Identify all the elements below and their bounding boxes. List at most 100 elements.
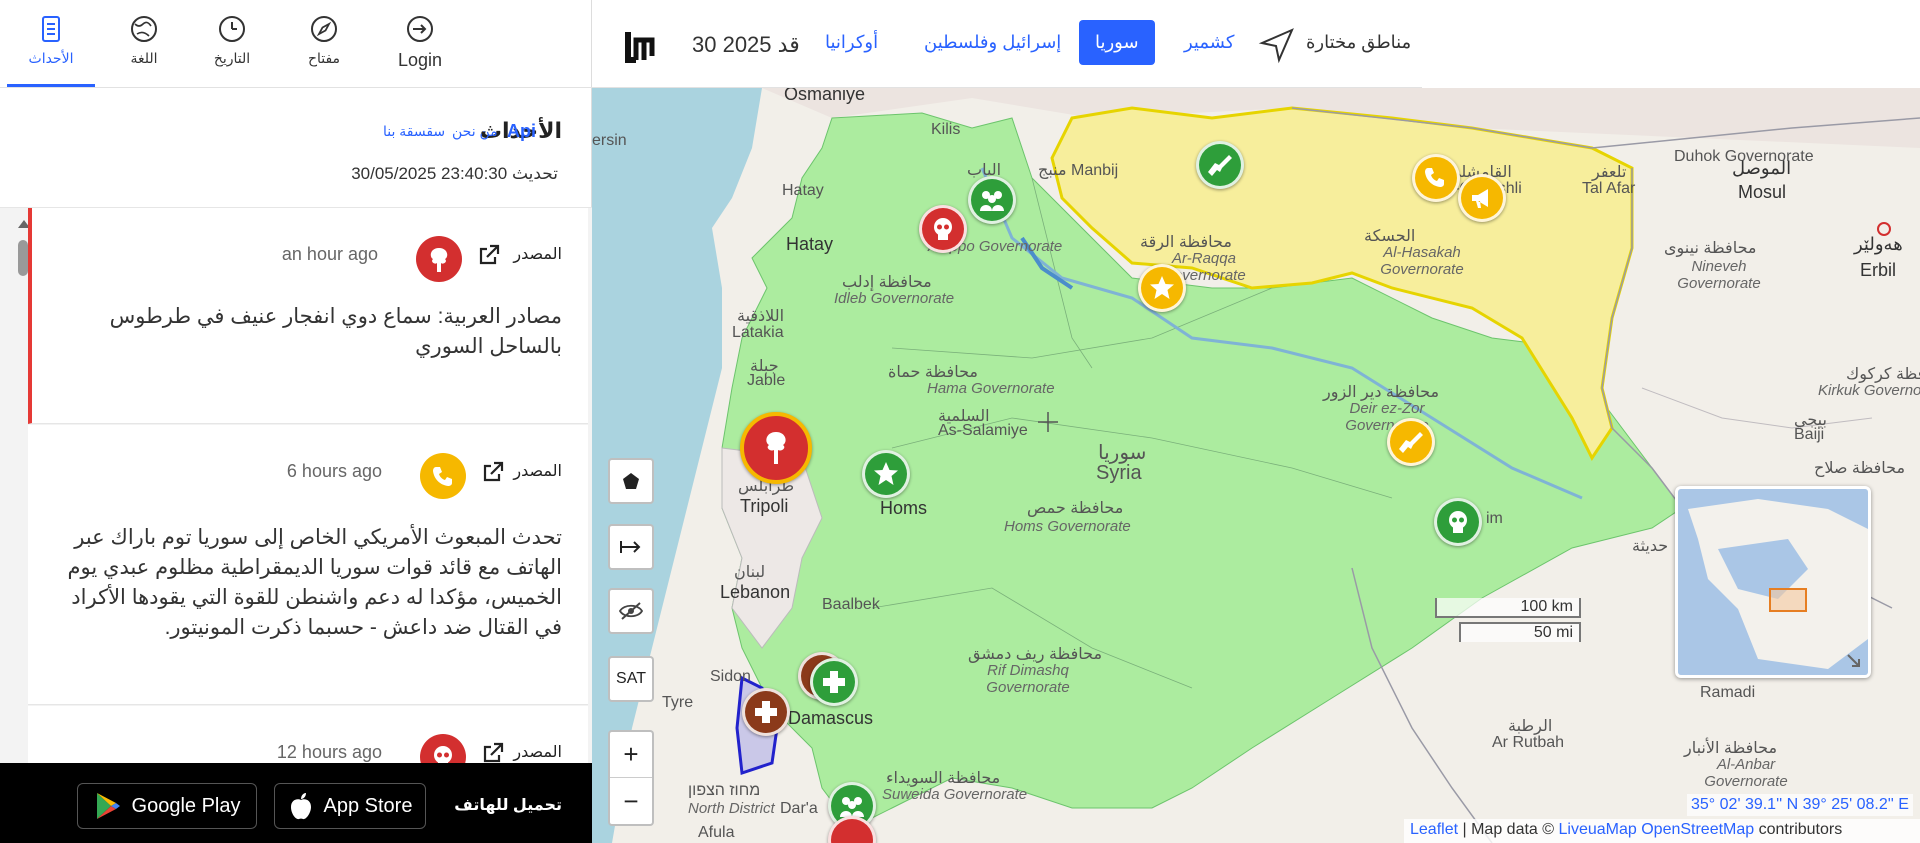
- minimap-toggle-icon[interactable]: [1846, 653, 1862, 669]
- google-play-icon: [96, 793, 120, 819]
- external-link-icon[interactable]: [476, 242, 502, 268]
- map-label: Sidon: [710, 668, 751, 685]
- map-label: محافظة إدلب: [842, 274, 932, 291]
- megaphone-marker-icon[interactable]: [1458, 174, 1506, 222]
- event-card[interactable]: المصدر an hour ago مصادر العربية: سماع د…: [28, 208, 588, 424]
- gun-marker-icon[interactable]: [1387, 418, 1435, 466]
- app-store-button[interactable]: App Store: [274, 783, 426, 829]
- regions-label: مناطق مختارة: [1306, 32, 1412, 52]
- nav-tabs: الأحداث اللغة التاريخ مفتاح Login: [0, 0, 592, 88]
- map-label: تلعفر: [1592, 164, 1627, 181]
- event-feed[interactable]: المصدر an hour ago مصادر العربية: سماع د…: [0, 208, 592, 763]
- navigation-arrow-icon[interactable]: [1258, 26, 1296, 64]
- medical-marker-icon[interactable]: [810, 658, 858, 706]
- api-link[interactable]: Api: [507, 121, 536, 142]
- map-label: محافظة صلاح: [1814, 460, 1906, 477]
- measure-button[interactable]: [608, 524, 654, 570]
- map[interactable]: Osmaniye Kilis ersin Hatay Hatay الباب م…: [592, 88, 1920, 843]
- scroll-thumb[interactable]: [18, 240, 28, 276]
- region-syria[interactable]: سوريا: [1079, 20, 1155, 65]
- region-kashmir[interactable]: كشمير: [1184, 32, 1234, 53]
- map-label: As-Salamiye: [938, 422, 1028, 439]
- subscribe-link[interactable]: سقسقة بنا: [383, 123, 445, 140]
- map-label: Tal Afar: [1582, 180, 1636, 197]
- zoom-in-button[interactable]: +: [610, 732, 652, 778]
- google-play-button[interactable]: Google Play: [77, 783, 257, 829]
- date-selector[interactable]: 30 2025 قد: [692, 32, 800, 58]
- attribution-text: | Map data ©: [1458, 821, 1559, 838]
- external-link-icon[interactable]: [480, 459, 506, 485]
- event-text: تحدث المبعوث الأمريكي الخاص إلى سوريا تو…: [67, 526, 562, 639]
- map-label: Nineveh Governorate: [1677, 258, 1761, 292]
- map-label: Hatay: [786, 234, 834, 254]
- tab-events-label: الأحداث: [28, 50, 74, 66]
- pentagon-icon: [623, 473, 639, 489]
- medical-marker-icon[interactable]: [742, 688, 790, 736]
- star-marker-icon[interactable]: [1138, 264, 1186, 312]
- top-bar-blank: [1422, 0, 1920, 88]
- gun-marker-icon[interactable]: [1196, 141, 1244, 189]
- skull-marker-icon[interactable]: [919, 205, 967, 253]
- tab-events[interactable]: الأحداث: [7, 14, 95, 87]
- map-label: Idleb Governorate: [834, 290, 955, 307]
- tab-language-label: اللغة: [130, 50, 158, 66]
- updated-timestamp: تحديث 23:40:30 30/05/2025: [351, 164, 558, 183]
- skull-icon: [420, 734, 466, 763]
- map-label: هەولێر: [1854, 234, 1903, 254]
- map-label: ersin: [592, 132, 627, 149]
- google-play-label: Google Play: [131, 794, 241, 817]
- zoom-out-button[interactable]: −: [610, 778, 652, 824]
- source-link[interactable]: المصدر: [513, 461, 562, 481]
- map-attribution: Leaflet | Map data © LiveuaMap OpenStree…: [1404, 819, 1920, 843]
- star-marker-icon[interactable]: [862, 450, 910, 498]
- map-label: Hatay: [782, 182, 824, 199]
- region-ukraine[interactable]: أوكرانيا: [825, 32, 878, 53]
- minimap[interactable]: [1675, 486, 1871, 678]
- map-label: Kirkuk Governor: [1818, 382, 1920, 399]
- liveuamap-link[interactable]: LiveuaMap: [1558, 821, 1636, 838]
- skull-marker-icon[interactable]: [1434, 498, 1482, 546]
- event-time: 12 hours ago: [276, 742, 382, 762]
- event-card[interactable]: المصدر 12 hours ago: [28, 706, 588, 763]
- external-link-icon[interactable]: [480, 740, 506, 763]
- event-time: 6 hours ago: [286, 461, 382, 481]
- map-label: محافظة كركوك: [1846, 366, 1920, 383]
- hide-markers-button[interactable]: [608, 588, 654, 634]
- events-panel: الأحداث اللغة التاريخ مفتاح Login الأحدا…: [0, 0, 592, 843]
- source-link[interactable]: المصدر: [513, 244, 562, 264]
- login-icon: [407, 16, 433, 42]
- leaflet-link[interactable]: Leaflet: [1410, 821, 1458, 838]
- draw-polygon-button[interactable]: [608, 458, 654, 504]
- source-link[interactable]: المصدر: [513, 742, 562, 762]
- map-label: محافظة نينوى: [1664, 240, 1757, 257]
- map-label: محافظة الأنبار: [1684, 740, 1778, 757]
- event-time: an hour ago: [281, 244, 378, 264]
- people-marker-icon[interactable]: [968, 176, 1016, 224]
- contributors-text: contributors: [1754, 821, 1843, 838]
- coordinates-readout: 35° 02' 39.1'' N 39° 25' 08.2'' E: [1687, 794, 1913, 816]
- map-label: Lebanon: [720, 582, 791, 602]
- map-label: Homs Governorate: [1004, 518, 1131, 535]
- about-link[interactable]: من نحن: [452, 123, 498, 140]
- explosion-marker-icon[interactable]: [740, 412, 812, 484]
- tab-history[interactable]: التاريخ: [192, 14, 272, 67]
- map-label: Erbil: [1860, 260, 1897, 280]
- explosion-icon: [416, 236, 462, 282]
- region-israel-palestine[interactable]: إسرائيل وفلسطين: [924, 32, 1061, 53]
- liveuamap-logo[interactable]: [622, 22, 662, 69]
- compass-icon: [311, 16, 337, 42]
- tab-language[interactable]: اللغة: [104, 14, 184, 67]
- map-label: Dar'a: [780, 800, 818, 817]
- app-download-bar: Google Play App Store تحميل للهاتف: [0, 763, 592, 843]
- satellite-toggle[interactable]: SAT: [608, 656, 654, 702]
- clock-icon: [219, 16, 245, 42]
- map-label: Baiji: [1794, 426, 1825, 443]
- login-button[interactable]: Login: [380, 14, 460, 71]
- tab-key[interactable]: مفتاح: [284, 14, 364, 67]
- scrollbar[interactable]: [8, 212, 30, 763]
- map-label: Tyre: [662, 694, 694, 711]
- event-card[interactable]: المصدر 6 hours ago تحدث المبعوث الأمريكي…: [28, 425, 588, 705]
- osm-link[interactable]: OpenStreetMap: [1641, 821, 1754, 838]
- phone-marker-icon[interactable]: [1412, 154, 1460, 202]
- map-label: محافظة الرقة: [1140, 234, 1232, 251]
